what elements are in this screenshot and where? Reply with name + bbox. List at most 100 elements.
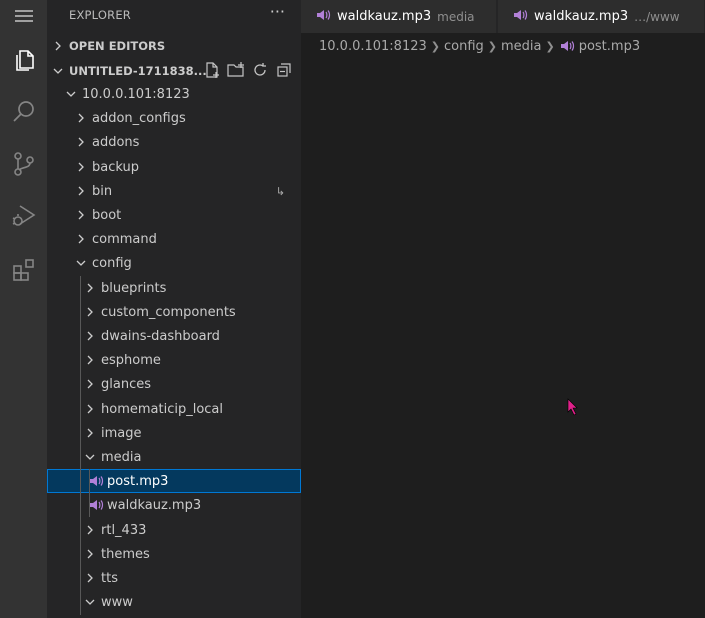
tree-file-waldkauz-mp3[interactable]: waldkauz.mp3 xyxy=(47,493,301,517)
chevron-right-icon xyxy=(82,404,98,414)
new-folder-icon[interactable] xyxy=(227,61,245,82)
chevron-down-icon xyxy=(82,597,98,607)
workspace-section[interactable]: UNTITLED-1711838... xyxy=(47,60,301,82)
tree-folder-backup[interactable]: backup xyxy=(47,155,301,179)
tab-waldkauz-media[interactable]: waldkauz.mp3 media xyxy=(301,0,497,33)
chevron-right-icon xyxy=(82,428,98,438)
chevron-right-icon xyxy=(73,137,89,147)
chevron-down-icon xyxy=(82,452,98,462)
chevron-right-icon xyxy=(73,113,89,123)
tree-folder-dwains-dashboard[interactable]: dwains-dashboard xyxy=(47,324,301,348)
tree-folder-blueprints[interactable]: blueprints xyxy=(47,276,301,300)
extensions-icon[interactable] xyxy=(0,250,47,290)
tree-folder-addons[interactable]: addons xyxy=(47,130,301,154)
speaker-icon xyxy=(559,39,575,53)
chevron-right-icon: ❯ xyxy=(545,39,555,53)
chevron-right-icon xyxy=(47,41,69,51)
folder-label: custom_components xyxy=(101,304,236,320)
collapse-all-icon[interactable] xyxy=(275,61,293,82)
menu-icon[interactable] xyxy=(0,0,47,36)
editor-tabs: waldkauz.mp3 media waldkauz.mp3 …/www xyxy=(301,0,705,33)
folder-label: boot xyxy=(92,207,122,223)
folder-label: bin xyxy=(92,183,113,199)
search-icon[interactable] xyxy=(0,92,47,132)
open-editors-section[interactable]: OPEN EDITORS xyxy=(47,35,301,57)
source-control-icon[interactable] xyxy=(0,144,47,184)
folder-label: themes xyxy=(101,546,150,562)
folder-label: media xyxy=(101,449,142,465)
tree-folder-esphome[interactable]: esphome xyxy=(47,348,301,372)
breadcrumb-config[interactable]: config xyxy=(444,39,484,54)
tab-waldkauz-www[interactable]: waldkauz.mp3 …/www xyxy=(498,0,705,33)
breadcrumb-media[interactable]: media xyxy=(501,39,542,54)
chevron-right-icon xyxy=(82,307,98,317)
chevron-right-icon xyxy=(82,355,98,365)
tree-folder-image[interactable]: image xyxy=(47,421,301,445)
chevron-right-icon xyxy=(82,525,98,535)
symlink-icon: ↳ xyxy=(275,184,285,198)
folder-label: www xyxy=(101,594,133,610)
tree-folder-media[interactable]: media xyxy=(47,445,301,469)
indent-guide xyxy=(80,276,81,615)
tree-folder-www[interactable]: www xyxy=(47,590,301,614)
folder-label: command xyxy=(92,231,157,247)
tab-description: …/www xyxy=(634,9,680,24)
speaker-icon xyxy=(512,8,528,26)
tree-folder-addon-configs[interactable]: addon_configs xyxy=(47,106,301,130)
tree-folder-homematicip-local[interactable]: homematicip_local xyxy=(47,397,301,421)
chevron-right-icon xyxy=(82,379,98,389)
chevron-right-icon: ❯ xyxy=(487,39,497,53)
chevron-right-icon xyxy=(73,162,89,172)
files-icon[interactable] xyxy=(0,40,47,80)
workspace-label: UNTITLED-1711838... xyxy=(69,64,207,78)
chevron-right-icon xyxy=(73,210,89,220)
workspace-actions xyxy=(203,60,293,82)
folder-label: blueprints xyxy=(101,280,167,296)
explorer-sidebar: EXPLORER ··· OPEN EDITORS UNTITLED-17118… xyxy=(47,0,301,618)
tree-file-post-mp3[interactable]: post.mp3 xyxy=(47,469,301,493)
folder-label: backup xyxy=(92,159,139,175)
more-actions-button[interactable]: ··· xyxy=(270,2,285,21)
folder-label: tts xyxy=(101,570,118,586)
tree-folder-bin[interactable]: bin ↳ xyxy=(47,179,301,203)
folder-label: rtl_433 xyxy=(101,522,147,538)
file-label: post.mp3 xyxy=(107,473,169,489)
indent-guide xyxy=(89,469,90,517)
tree-folder-boot[interactable]: boot xyxy=(47,203,301,227)
chevron-down-icon xyxy=(47,66,69,76)
file-label: waldkauz.mp3 xyxy=(107,497,202,513)
folder-label: addons xyxy=(92,134,140,150)
folder-label: config xyxy=(92,255,132,271)
chevron-right-icon xyxy=(82,573,98,583)
chevron-right-icon xyxy=(82,283,98,293)
speaker-icon xyxy=(88,498,104,512)
chevron-right-icon xyxy=(73,234,89,244)
run-debug-icon[interactable] xyxy=(0,196,47,236)
new-file-icon[interactable] xyxy=(203,61,221,82)
mouse-cursor-icon xyxy=(567,398,579,420)
breadcrumb: 10.0.0.101:8123 ❯ config ❯ media ❯ post.… xyxy=(301,33,705,59)
tree-folder-config[interactable]: config xyxy=(47,251,301,275)
open-editors-label: OPEN EDITORS xyxy=(69,39,166,53)
speaker-icon xyxy=(88,474,104,488)
tree-folder-glances[interactable]: glances xyxy=(47,372,301,396)
tree-folder-custom-components[interactable]: custom_components xyxy=(47,300,301,324)
chevron-down-icon xyxy=(73,258,89,268)
folder-label: 10.0.0.101:8123 xyxy=(82,86,190,102)
chevron-right-icon: ❯ xyxy=(430,39,440,53)
explorer-title: EXPLORER xyxy=(69,8,131,22)
tree-folder-command[interactable]: command xyxy=(47,227,301,251)
folder-label: homematicip_local xyxy=(101,401,223,417)
tree-folder-rtl-433[interactable]: rtl_433 xyxy=(47,518,301,542)
breadcrumb-file[interactable]: post.mp3 xyxy=(579,39,640,54)
refresh-icon[interactable] xyxy=(251,61,269,82)
tree-root-host[interactable]: 10.0.0.101:8123 xyxy=(47,82,301,106)
chevron-right-icon xyxy=(82,549,98,559)
tree-folder-tts[interactable]: tts xyxy=(47,566,301,590)
folder-label: dwains-dashboard xyxy=(101,328,220,344)
speaker-icon xyxy=(315,8,331,26)
tree-folder-themes[interactable]: themes xyxy=(47,542,301,566)
breadcrumb-host[interactable]: 10.0.0.101:8123 xyxy=(319,39,427,54)
chevron-right-icon xyxy=(73,186,89,196)
tab-name: waldkauz.mp3 xyxy=(337,9,432,24)
